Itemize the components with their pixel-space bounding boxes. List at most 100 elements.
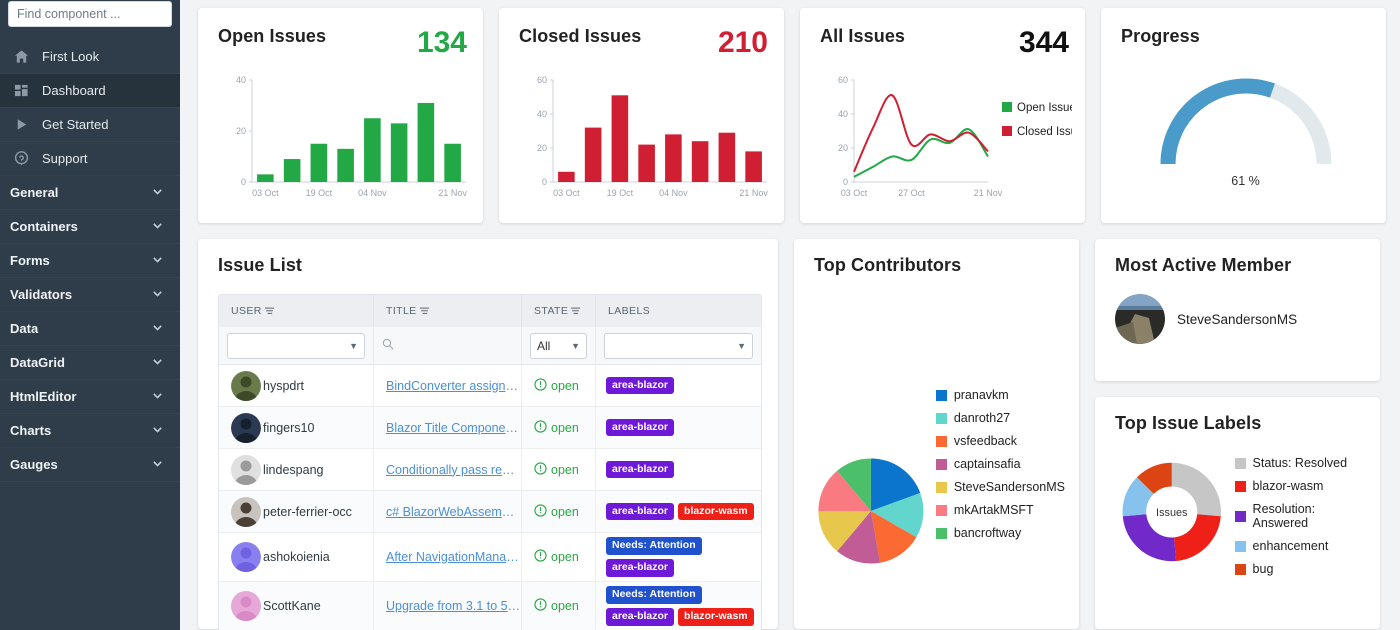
table-row[interactable]: hyspdrt BindConverter assign incorr… open…: [219, 365, 761, 407]
sidebar-item-first-look[interactable]: First Look: [0, 40, 180, 74]
legend-label: bancroftway: [953, 526, 1022, 540]
cell-user: ScottKane: [219, 582, 374, 630]
svg-text:19 Oct: 19 Oct: [306, 188, 333, 198]
column-header-user[interactable]: USER: [219, 295, 374, 327]
label-tag[interactable]: area-blazor: [606, 502, 675, 521]
label-tag[interactable]: Needs: Attention: [606, 537, 702, 555]
sidebar-nav-primary: First Look Dashboard Get Started Support: [0, 40, 180, 176]
all-issues-line-chart: 0 20 40 60 03 Oct 27 Oct 21 Nov Open Issues Clos…: [820, 72, 1089, 215]
sidebar-group-containers[interactable]: Containers: [0, 210, 180, 244]
column-header-state[interactable]: STATE: [522, 295, 596, 327]
legend-swatch: [1234, 457, 1246, 469]
table-row[interactable]: lindespangConditionally pass renderfra… …: [219, 449, 761, 491]
sidebar-group-validators[interactable]: Validators: [0, 278, 180, 312]
all-issues-value: 344: [1018, 26, 1069, 59]
state-filter-select[interactable]: All ▼: [530, 332, 587, 359]
column-label: STATE: [534, 305, 569, 317]
issue-open-icon: [534, 419, 547, 436]
user-name: lindespang: [263, 462, 324, 477]
issue-title-link[interactable]: c# BlazorWebAssembly net5…: [386, 505, 521, 519]
cell-state: open: [522, 365, 596, 406]
sidebar-group-data[interactable]: Data: [0, 312, 180, 346]
content-row: Issue List USER TITLE STATE LABELS ▼ All…: [198, 239, 1390, 630]
user-name: fingers10: [263, 420, 315, 435]
sidebar-group-label: Containers: [10, 219, 78, 234]
chevron-down-icon: [151, 457, 164, 473]
sidebar-group-forms[interactable]: Forms: [0, 244, 180, 278]
issue-title-link[interactable]: Upgrade from 3.1 to 5.0 cau…: [386, 599, 521, 613]
avatar: [231, 370, 261, 401]
filter-icon[interactable]: [419, 307, 429, 316]
state-label: open: [551, 599, 579, 613]
sidebar-group-htmleditor[interactable]: HtmlEditor: [0, 380, 180, 414]
svg-text:04 Nov: 04 Nov: [659, 188, 688, 198]
search-input[interactable]: Find component ...: [8, 1, 172, 27]
contributors-pie-area: pranavkm danroth27 vsfeedback captainsafia S…: [814, 276, 1065, 576]
svg-text:03 Oct: 03 Oct: [252, 188, 279, 198]
label-tag[interactable]: blazor-wasm: [678, 608, 754, 626]
label-tag[interactable]: area-blazor: [606, 376, 675, 395]
legend-swatch: [935, 504, 947, 516]
chevron-down-icon: [151, 355, 164, 371]
sidebar-group-datagrid[interactable]: DataGrid: [0, 346, 180, 380]
legend-swatch: [935, 481, 947, 493]
sidebar-item-support[interactable]: Support: [0, 142, 180, 176]
state-label: open: [551, 378, 579, 393]
label-tag[interactable]: area-blazor: [606, 418, 675, 437]
svg-text:04 Nov: 04 Nov: [358, 188, 387, 198]
table-row[interactable]: ScottKane Upgrade from 3.1 to 5.0 cau… op…: [219, 582, 761, 630]
label-tag[interactable]: area-blazor: [606, 608, 675, 626]
issue-title-link[interactable]: Blazor Title Component mis…: [386, 421, 521, 435]
user-name: peter-ferrier-occ: [263, 504, 352, 519]
label-tag[interactable]: area-blazor: [606, 559, 675, 577]
filter-icon[interactable]: [571, 307, 581, 316]
sidebar-item-get-started[interactable]: Get Started: [0, 108, 180, 142]
svg-text:03 Oct: 03 Oct: [841, 188, 868, 198]
state-label: open: [551, 462, 579, 477]
column-header-labels[interactable]: LABELS: [596, 295, 761, 327]
label-tag[interactable]: blazor-wasm: [678, 502, 754, 521]
chevron-down-icon: [151, 287, 164, 303]
page-title: Issue List: [218, 255, 303, 275]
contributors-pie-chart: [818, 458, 924, 564]
page-title: Most Active Member: [1115, 255, 1292, 275]
user-name: ashokoienia: [263, 550, 330, 564]
column-header-title[interactable]: TITLE: [374, 295, 522, 327]
sidebar-search-wrap: Find component ...: [0, 0, 180, 28]
state-label: open: [551, 504, 579, 519]
issue-title-link[interactable]: BindConverter assign incorr…: [386, 379, 521, 393]
labels-filter-select[interactable]: ▼: [604, 332, 753, 359]
table-row[interactable]: ashokoienia After NavigationManager.Na… o…: [219, 533, 761, 582]
labels-donut-area: Issues Status: Resolved blazor-wasm Resolu…: [1115, 452, 1366, 576]
filter-cell-state: All ▼: [522, 327, 596, 364]
table-row[interactable]: peter-ferrier-occ c# BlazorWebAssembly ne…: [219, 491, 761, 533]
avatar: [231, 496, 261, 527]
svg-text:Open Issues: Open Issues: [1017, 102, 1072, 114]
sidebar-group-charts[interactable]: Charts: [0, 414, 180, 448]
cell-user: fingers10: [219, 407, 374, 448]
sidebar-group-gauges[interactable]: Gauges: [0, 448, 180, 482]
legend-swatch: [1234, 480, 1246, 492]
right-column: Most Active Member SteveSandersonMS Top …: [1095, 239, 1380, 629]
svg-text:Closed Issues: Closed Issues: [1017, 126, 1072, 138]
issue-open-icon: [534, 377, 547, 394]
filter-cell-title[interactable]: [374, 327, 522, 364]
kpi-row: Open Issues 134 0 20 40 03 Oct 19 Oct 04 Nov 2…: [198, 8, 1390, 223]
label-tag[interactable]: Needs: Attention: [606, 586, 702, 604]
legend-swatch: [1234, 510, 1246, 522]
page-title: Top Issue Labels: [1115, 413, 1262, 433]
user-filter-select[interactable]: ▼: [227, 332, 365, 359]
issue-title-link[interactable]: After NavigationManager.Na…: [386, 550, 521, 564]
table-row[interactable]: fingers10 Blazor Title Component mis… ope…: [219, 407, 761, 449]
sidebar-group-label: Charts: [10, 423, 52, 438]
issue-title-link[interactable]: Conditionally pass renderfra…: [386, 463, 521, 477]
sidebar-item-dashboard[interactable]: Dashboard: [0, 74, 180, 108]
avatar: [231, 412, 261, 443]
sidebar-group-general[interactable]: General: [0, 176, 180, 210]
legend-swatch: [935, 435, 947, 447]
cell-labels: area-blazor: [596, 365, 761, 406]
legend-label: SteveSandersonMS: [953, 480, 1065, 494]
filter-icon[interactable]: [264, 307, 274, 316]
legend-label: pranavkm: [953, 388, 1009, 402]
label-tag[interactable]: area-blazor: [606, 460, 675, 479]
